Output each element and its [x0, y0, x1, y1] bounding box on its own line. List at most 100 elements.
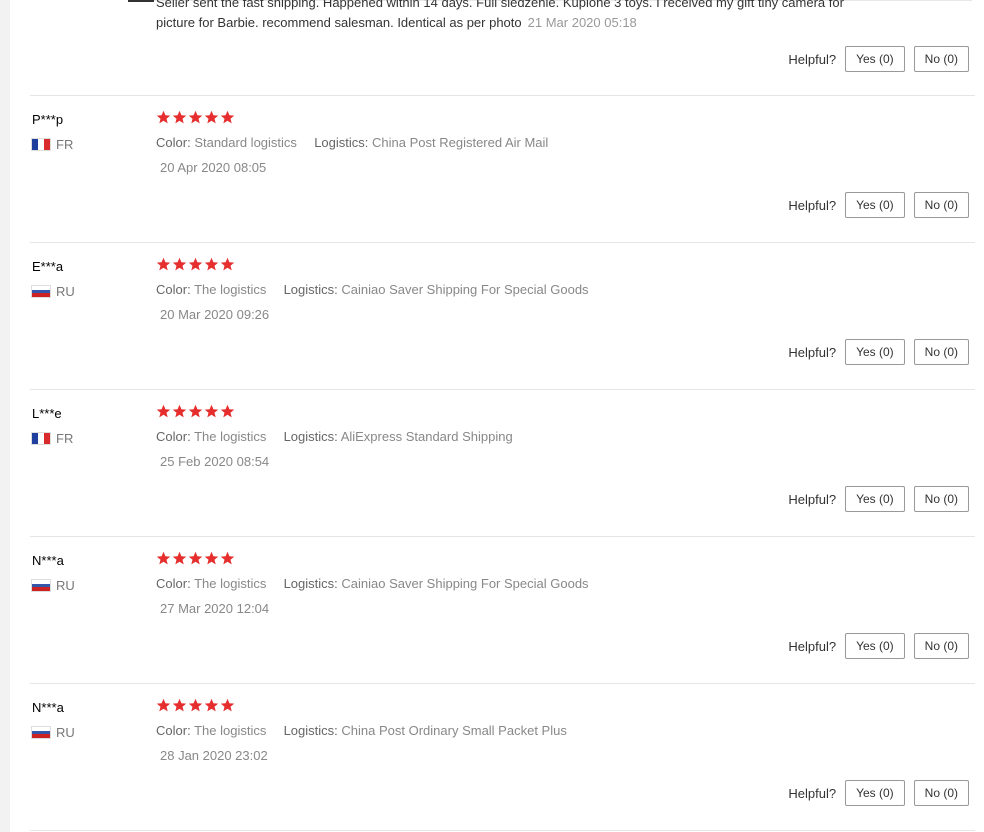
country-code: RU [56, 578, 75, 593]
star-icon [156, 404, 171, 418]
review-item: P***p FR Color: Standard logistics Logis… [30, 95, 975, 243]
color-label: Color: [156, 723, 191, 738]
review-item: N***a RU Color: The logistics Logistics:… [30, 536, 975, 684]
review-attributes: Color: The logistics Logistics: Cainiao … [156, 282, 589, 297]
star-icon [188, 257, 203, 271]
helpful-yes-button[interactable]: Yes (0) [845, 192, 905, 218]
star-icon [172, 257, 187, 271]
helpful-label: Helpful? [788, 344, 837, 360]
country-code: FR [56, 431, 74, 446]
review-attributes: Color: The logistics Logistics: China Po… [156, 723, 567, 738]
helpful-yes-button[interactable]: Yes (0) [845, 486, 905, 512]
star-icon [204, 257, 219, 271]
helpful-controls: Helpful? Yes (0) No (0) [788, 339, 969, 365]
color-value: The logistics [194, 282, 267, 297]
review-text-line: Seller sent the fast shipping. Happened … [156, 0, 844, 10]
reviewer-name: N***a [32, 700, 64, 715]
helpful-no-button[interactable]: No (0) [913, 780, 969, 806]
page-left-margin [0, 0, 10, 832]
star-icon [156, 698, 171, 712]
logistics-value: Cainiao Saver Shipping For Special Goods [341, 576, 589, 591]
star-rating [156, 551, 236, 566]
logistics-label: Logistics: [283, 576, 338, 591]
color-label: Color: [156, 135, 191, 150]
star-icon [172, 110, 187, 124]
reviewer-name: P***p [32, 112, 64, 127]
color-value: The logistics [194, 576, 267, 591]
country-flag-icon [31, 138, 51, 151]
review-attributes: Color: The logistics Logistics: Cainiao … [156, 576, 589, 591]
logistics-value: Cainiao Saver Shipping For Special Goods [341, 282, 589, 297]
helpful-yes-button[interactable]: Yes (0) [845, 46, 905, 72]
helpful-label: Helpful? [788, 51, 837, 67]
star-icon [204, 698, 219, 712]
review-attributes: Color: The logistics Logistics: AliExpre… [156, 429, 513, 444]
helpful-label: Helpful? [788, 491, 837, 507]
helpful-no-button[interactable]: No (0) [913, 633, 969, 659]
reviewer-country: FR [31, 137, 73, 152]
review-date: 25 Feb 2020 08:54 [160, 454, 270, 469]
helpful-no-button[interactable]: No (0) [913, 486, 969, 512]
logistics-label: Logistics: [314, 135, 369, 150]
divider-accent [128, 0, 154, 2]
helpful-label: Helpful? [788, 785, 837, 801]
star-icon [220, 404, 235, 418]
country-flag-icon [31, 432, 51, 445]
review-item: N***a RU Color: The logistics Logistics:… [30, 683, 975, 831]
helpful-controls: Helpful? Yes (0) No (0) [788, 486, 969, 512]
star-icon [156, 551, 171, 565]
helpful-yes-button[interactable]: Yes (0) [845, 633, 905, 659]
reviewer-name: L***e [32, 406, 62, 421]
star-icon [204, 110, 219, 124]
review-date: 27 Mar 2020 12:04 [160, 601, 270, 616]
star-icon [204, 551, 219, 565]
star-icon [204, 404, 219, 418]
star-icon [188, 698, 203, 712]
country-flag-icon [31, 285, 51, 298]
helpful-label: Helpful? [788, 638, 837, 654]
color-value: The logistics [194, 723, 267, 738]
helpful-controls: Helpful? Yes (0) No (0) [788, 780, 969, 806]
helpful-no-button[interactable]: No (0) [913, 46, 969, 72]
helpful-label: Helpful? [788, 197, 837, 213]
star-rating [156, 404, 236, 419]
logistics-label: Logistics: [283, 723, 338, 738]
logistics-value: AliExpress Standard Shipping [340, 429, 513, 444]
star-rating [156, 257, 236, 272]
color-label: Color: [156, 429, 191, 444]
reviewer-country: RU [31, 578, 75, 593]
star-icon [188, 404, 203, 418]
reviewer-name: N***a [32, 553, 64, 568]
helpful-no-button[interactable]: No (0) [913, 192, 969, 218]
star-icon [172, 698, 187, 712]
helpful-controls: Helpful? Yes (0) No (0) [788, 633, 969, 659]
star-icon [188, 110, 203, 124]
helpful-no-button[interactable]: No (0) [913, 339, 969, 365]
helpful-yes-button[interactable]: Yes (0) [845, 339, 905, 365]
star-icon [188, 551, 203, 565]
color-label: Color: [156, 282, 191, 297]
review-item: E***a RU Color: The logistics Logistics:… [30, 242, 975, 390]
country-flag-icon [31, 726, 51, 739]
star-icon [156, 257, 171, 271]
helpful-controls: Helpful? Yes (0) No (0) [788, 46, 969, 72]
country-code: RU [56, 284, 75, 299]
star-icon [172, 404, 187, 418]
logistics-label: Logistics: [283, 282, 338, 297]
review-attributes: Color: Standard logistics Logistics: Chi… [156, 135, 548, 150]
review-date: 28 Jan 2020 23:02 [160, 748, 268, 763]
star-icon [156, 110, 171, 124]
color-value: Standard logistics [194, 135, 297, 150]
reviewer-name: E***a [32, 259, 64, 274]
review-date: 20 Apr 2020 08:05 [160, 160, 267, 175]
star-icon [220, 698, 235, 712]
helpful-yes-button[interactable]: Yes (0) [845, 780, 905, 806]
country-flag-icon [31, 579, 51, 592]
star-icon [220, 257, 235, 271]
star-rating [156, 698, 236, 713]
country-code: FR [56, 137, 74, 152]
star-rating [156, 110, 236, 125]
reviewer-country: RU [31, 725, 75, 740]
review-item: L***e FR Color: The logistics Logistics:… [30, 389, 975, 537]
helpful-controls: Helpful? Yes (0) No (0) [788, 192, 969, 218]
